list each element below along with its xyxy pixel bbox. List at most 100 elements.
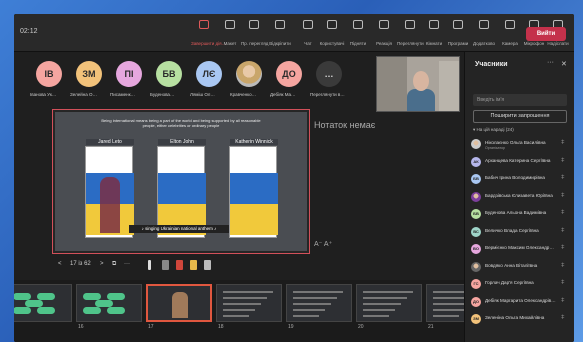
participant-name: Арханцева Катерина Сергіївна: [485, 157, 551, 163]
toolbar-icon: [225, 20, 235, 29]
participant-avatar[interactable]: ПІ: [116, 61, 142, 87]
more-icon[interactable]: ···: [547, 59, 554, 66]
participant-name: Буденова Альона Вадимівна: [485, 210, 547, 215]
participant-name: Зелейна О…: [70, 92, 97, 97]
participant-avatar[interactable]: ЛЄ: [196, 61, 222, 87]
participants-section-header[interactable]: ▾ На цій нараді (24): [473, 127, 514, 133]
toolbar-button[interactable]: Переглянути: [397, 20, 424, 50]
toolbar-icon: [327, 20, 337, 29]
participant-row[interactable]: АК Арханцева Катерина Сергіївна ǂ: [471, 156, 571, 170]
mic-muted-icon: ǂ: [561, 140, 565, 146]
participants-panel: Учасники ··· ✕ Введіть ім'я Поширити зап…: [464, 52, 574, 342]
pointer-icon[interactable]: [148, 260, 151, 270]
participant-row[interactable]: ГС Горлач Дар'я Сергіївна ǂ: [471, 278, 571, 292]
toolbar-icon: [429, 20, 439, 29]
participant-name: Писаменк…: [110, 92, 136, 97]
participant-avatar[interactable]: ІВ: [36, 61, 62, 87]
slide-thumbnail[interactable]: [76, 284, 142, 322]
participant-row[interactable]: ЗМ Зеленіна Ольга Михайлівна ǂ: [471, 313, 571, 327]
avatar: БВ: [471, 174, 481, 184]
participant-name: Вовдяко Анна Віталіївна: [485, 262, 538, 268]
mic-muted-icon: ǂ: [561, 192, 565, 199]
avatar: ДО: [471, 296, 481, 307]
grid-icon[interactable]: ⧉: [112, 261, 116, 268]
self-video[interactable]: [376, 56, 460, 112]
more-icon[interactable]: ···: [124, 261, 130, 267]
next-slide-icon[interactable]: >: [100, 261, 104, 267]
toolbar-icon: [505, 20, 515, 29]
participant-name: Величко Влада Сергіївна: [485, 227, 539, 233]
participant-row[interactable]: БВ Бабич Ірина Володимирівна ǂ: [471, 173, 571, 187]
slide-thumbnail[interactable]: [286, 284, 352, 322]
toolbar-icon: [275, 20, 285, 29]
mic-muted-icon: ǂ: [561, 227, 565, 234]
panel-title: Учасники: [475, 61, 508, 68]
toolbar-icon: [303, 20, 313, 29]
slide-thumbnail[interactable]: [356, 284, 422, 322]
participant-name: Горлач Дар'я Сергіївна: [485, 280, 534, 285]
participant-name: Бардзівська Єлизавета Юріївна: [485, 192, 553, 198]
leave-button[interactable]: Вийти: [526, 27, 566, 41]
avatar: ГС: [471, 279, 481, 289]
mic-muted-icon: ǂ: [561, 280, 565, 286]
participant-row[interactable]: Бардзівська Єлизавета Юріївна ǂ: [471, 191, 571, 205]
participant-name: Зеленіна Ольга Михайлівна: [485, 315, 545, 320]
participant-avatar[interactable]: ДО: [276, 61, 302, 87]
participant-row[interactable]: БВ Буденова Альона Вадимівна ǂ: [471, 208, 571, 222]
toolbar-button[interactable]: Пр. перегляд: [241, 20, 268, 50]
outer-frame: 02:12 Завершити дія… Макет Пр. перегляд Від…: [0, 0, 583, 342]
slide-thumbnail[interactable]: [14, 284, 72, 322]
slide-thumbnail[interactable]: [146, 284, 212, 322]
current-slide: Being international means being a part o…: [55, 112, 307, 251]
toolbar-button[interactable]: Чат: [295, 20, 321, 50]
mic-muted-icon: ǂ: [561, 245, 565, 251]
toolbar-icon: [453, 20, 463, 29]
avatar: АК: [471, 156, 481, 167]
close-icon[interactable]: ✕: [561, 60, 567, 68]
prev-slide-icon[interactable]: <: [58, 261, 62, 267]
toolbar-button[interactable]: Реакція: [371, 20, 397, 50]
participant-row[interactable]: Вовдяко Анна Віталіївна ǂ: [471, 261, 571, 275]
toolbar-button[interactable]: Відкріпити: [267, 20, 293, 50]
toolbar-button[interactable]: Макет: [217, 20, 243, 50]
slide-number: 21: [428, 324, 434, 330]
mic-muted-icon: ǂ: [561, 210, 565, 216]
font-size-buttons[interactable]: A⁻ A⁺: [314, 240, 332, 248]
participant-avatar[interactable]: [236, 61, 262, 87]
toolbar-icon: [405, 20, 415, 29]
slide-viewer[interactable]: Being international means being a part o…: [52, 109, 310, 254]
participant-row[interactable]: ВО Вермієнко Максим Олександр… ǂ: [471, 243, 571, 257]
meeting-toolbar: 02:12 Завершити дія… Макет Пр. перегляд Від…: [14, 14, 574, 52]
slide-thumbnail[interactable]: [216, 284, 282, 322]
eraser-icon[interactable]: [204, 260, 211, 270]
toolbar-icon: [379, 20, 389, 29]
toolbar-button[interactable]: Підняти: [345, 20, 371, 50]
toolbar-icon: [353, 20, 363, 29]
toolbar-button[interactable]: Завершити дія…: [191, 20, 226, 50]
participant-name: Переглянути в…: [310, 92, 345, 97]
participant-avatar[interactable]: …: [316, 61, 342, 87]
toolbar-button[interactable]: Програми: [445, 20, 471, 50]
participant-name: Ніколаєнко Ольга Василівна: [485, 140, 546, 145]
slide-number: 17: [148, 324, 154, 330]
red-pen-icon[interactable]: [176, 260, 183, 270]
notes-panel: Нотаток немає: [314, 120, 376, 130]
participant-avatar[interactable]: ЗМ: [76, 61, 102, 87]
toolbar-button[interactable]: Кімнати: [421, 20, 447, 50]
toolbar-button[interactable]: Додатково: [471, 20, 497, 50]
participant-name: Вермієнко Максим Олександр…: [485, 245, 554, 250]
participant-avatar[interactable]: БВ: [156, 61, 182, 87]
participant-row[interactable]: ДО Дебіяк Маргарита Олександрів… ǂ: [471, 296, 571, 310]
participant-search-input[interactable]: Введіть ім'я: [473, 94, 567, 106]
highlighter-icon[interactable]: [190, 260, 197, 270]
participant-row[interactable]: Ніколаєнко Ольга Василівна Організатор ǂ: [471, 138, 571, 152]
avatar: ВО: [471, 244, 481, 254]
toolbar-button[interactable]: Камера: [497, 20, 523, 50]
pen-icon[interactable]: [162, 260, 169, 270]
share-invite-button[interactable]: Поширити запрошення: [473, 110, 567, 123]
avatar: БВ: [471, 209, 481, 219]
participant-row[interactable]: ВС Величко Влада Сергіївна ǂ: [471, 226, 571, 240]
slide-number: 20: [358, 324, 364, 330]
participants-strip: ІВ Іванова Ук… ЗМ Зелейна О… ПІ Писаменк… БВ Бу…: [14, 52, 384, 112]
toolbar-button[interactable]: Користувачі: [319, 20, 345, 50]
